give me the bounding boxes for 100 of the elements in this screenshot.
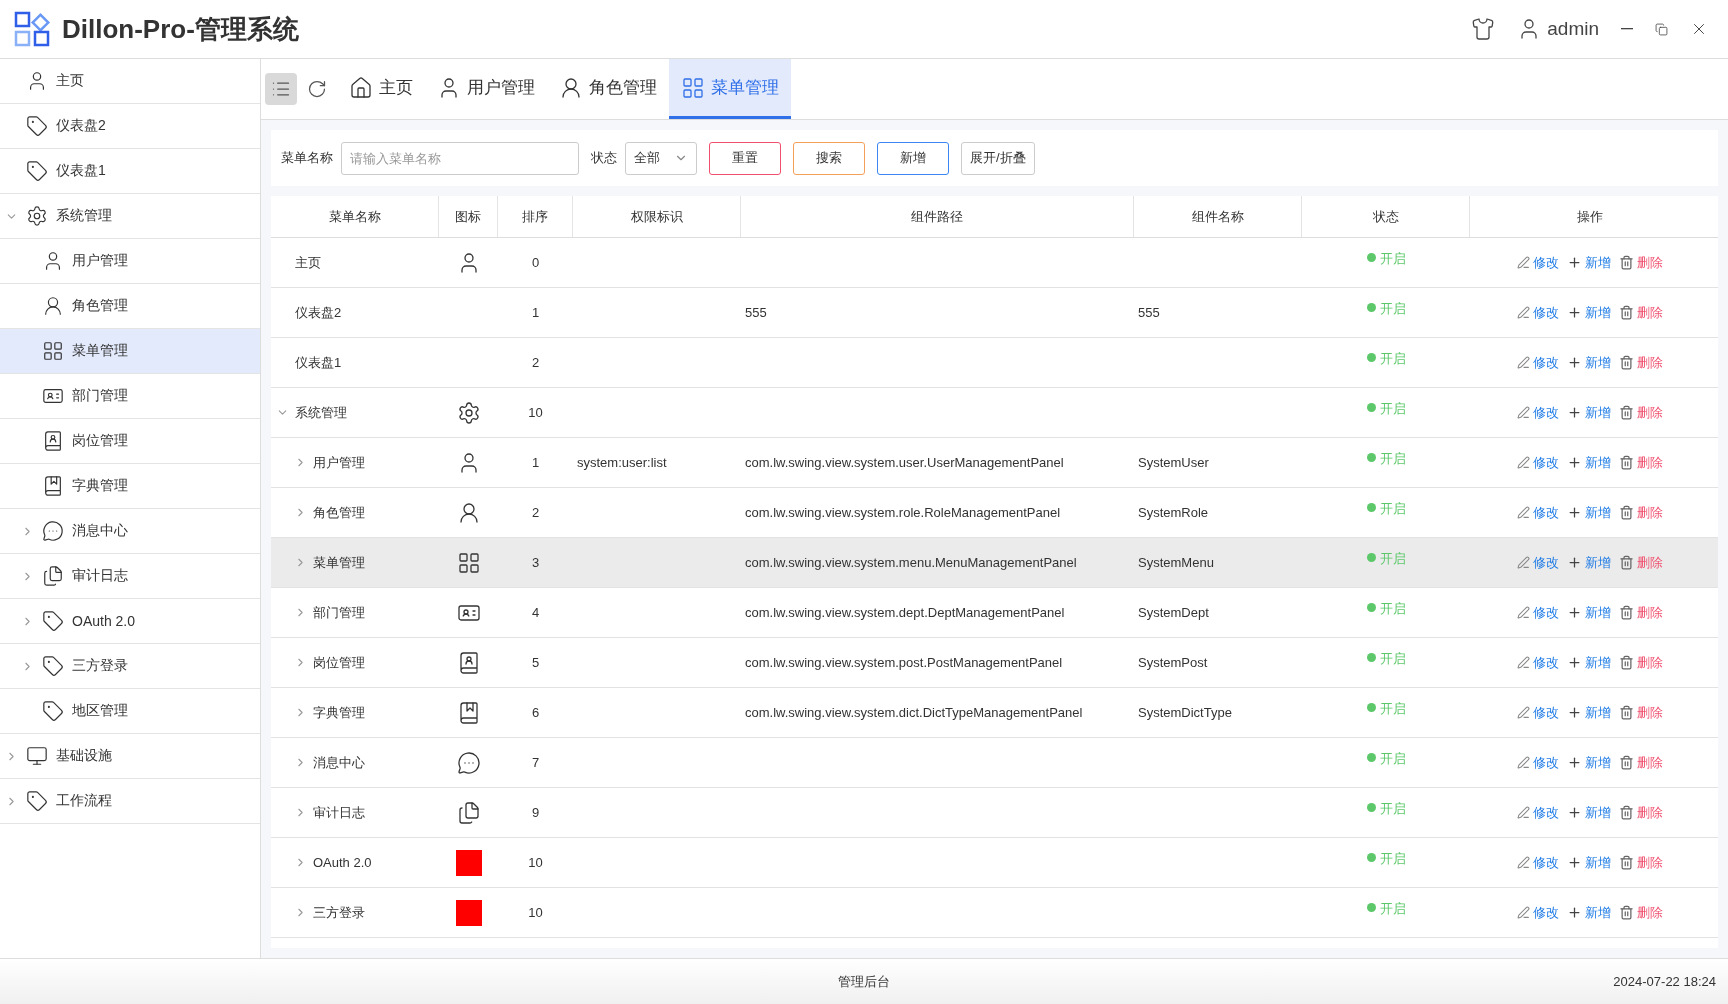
table-cell: com.lw.swing.view.system.post.PostManagementPanel (745, 655, 1063, 670)
edit-link[interactable]: 修改 (1517, 453, 1559, 472)
table-cell: 555 (1138, 305, 1160, 320)
edit-link[interactable]: 修改 (1517, 503, 1559, 522)
delete-link[interactable]: 删除 (1619, 853, 1663, 872)
edit-link[interactable]: 修改 (1517, 853, 1559, 872)
reset-button[interactable]: 重置 (709, 141, 781, 175)
table-cell: SystemPost (1138, 655, 1208, 670)
field-label: 菜单名称 (281, 149, 333, 167)
delete-link[interactable]: 删除 (1619, 503, 1663, 522)
delete-link[interactable]: 删除 (1619, 553, 1663, 572)
grid-icon (456, 550, 481, 575)
edit-link[interactable]: 修改 (1517, 903, 1559, 922)
delete-link[interactable]: 删除 (1619, 753, 1663, 772)
grid-icon (42, 340, 64, 362)
sidebar-item-label: 字典管理 (72, 477, 128, 495)
user-icon (42, 295, 64, 317)
tag-icon (42, 610, 64, 632)
sidebar-item-label: 菜单管理 (72, 342, 128, 360)
delete-link[interactable]: 删除 (1619, 653, 1663, 672)
add-link[interactable]: 新增 (1567, 303, 1611, 322)
edit-link[interactable]: 修改 (1517, 753, 1559, 772)
trash-icon (1619, 455, 1634, 470)
tab[interactable]: 菜单管理 (669, 59, 791, 119)
table-cell: com.lw.swing.view.system.dept.DeptManagementPanel (745, 605, 1065, 620)
delete-link[interactable]: 删除 (1619, 803, 1663, 822)
edit-link[interactable]: 修改 (1517, 303, 1559, 322)
plain-button[interactable]: 展开/折叠 (961, 141, 1035, 175)
plus-icon (1567, 255, 1582, 270)
edit-link[interactable]: 修改 (1517, 553, 1559, 572)
add-link[interactable]: 新增 (1567, 253, 1611, 272)
add-link[interactable]: 新增 (1567, 753, 1611, 772)
sidebar-item-label: 岗位管理 (72, 432, 128, 450)
tag-icon (42, 655, 64, 677)
status-text: 开启 (1379, 350, 1406, 368)
plus-icon (1567, 705, 1582, 720)
add-button[interactable]: 新增 (877, 141, 949, 175)
add-link[interactable]: 新增 (1567, 653, 1611, 672)
pencil-icon (1517, 406, 1530, 419)
add-link[interactable]: 新增 (1567, 603, 1611, 622)
user-menu[interactable]: admin (1511, 13, 1605, 45)
edit-link[interactable]: 修改 (1517, 403, 1559, 422)
user-icon (559, 75, 583, 100)
sidebar-item-label: 工作流程 (56, 792, 112, 810)
delete-link[interactable]: 删除 (1619, 303, 1663, 322)
table-cell: SystemDept (1138, 605, 1209, 620)
table-cell: 4 (531, 605, 540, 620)
tag-icon (42, 700, 64, 722)
add-link[interactable]: 新增 (1567, 553, 1611, 572)
menu-name-field[interactable]: 请输入菜单名称 (341, 141, 579, 175)
delete-link[interactable]: 删除 (1619, 703, 1663, 722)
tab[interactable]: 主页 (337, 59, 425, 119)
delete-link[interactable]: 删除 (1619, 253, 1663, 272)
trash-icon (1619, 255, 1634, 270)
delete-link[interactable]: 删除 (1619, 353, 1663, 372)
table-cell: com.lw.swing.view.system.user.UserManagementPanel (745, 455, 1064, 470)
document-icon (42, 565, 64, 587)
edit-link[interactable]: 修改 (1517, 653, 1559, 672)
edit-link[interactable]: 修改 (1517, 253, 1559, 272)
add-link[interactable]: 新增 (1567, 503, 1611, 522)
table-cell: 主页 (295, 253, 321, 272)
tab[interactable]: 角色管理 (547, 59, 669, 119)
status-text: 开启 (1379, 650, 1406, 668)
status-select[interactable]: 全部 (625, 141, 697, 175)
tab[interactable]: 用户管理 (425, 59, 547, 119)
column-header: 组件路径 (741, 196, 1134, 237)
status-text: 开启 (1379, 800, 1406, 818)
delete-link[interactable]: 删除 (1619, 453, 1663, 472)
column-header: 图标 (439, 196, 498, 237)
table-cell: OAuth 2.0 (313, 855, 372, 870)
search-button[interactable]: 搜索 (793, 141, 865, 175)
add-link[interactable]: 新增 (1567, 803, 1611, 822)
add-link[interactable]: 新增 (1567, 703, 1611, 722)
refresh-icon (307, 79, 327, 99)
plus-icon (1567, 855, 1582, 870)
delete-link[interactable]: 删除 (1619, 603, 1663, 622)
delete-link[interactable]: 删除 (1619, 903, 1663, 922)
sidebar-item-label: 基础设施 (56, 747, 112, 765)
sidebar-item[interactable]: 菜单管理 (0, 329, 260, 374)
add-link[interactable]: 新增 (1567, 903, 1611, 922)
menu-button[interactable] (265, 73, 297, 105)
trash-icon (1619, 655, 1634, 670)
minimize-icon (1621, 28, 1633, 30)
monitor-icon (26, 745, 48, 767)
status-text: 开启 (1379, 600, 1406, 618)
add-link[interactable]: 新增 (1567, 403, 1611, 422)
edit-link[interactable]: 修改 (1517, 603, 1559, 622)
table-cell: 角色管理 (313, 503, 365, 522)
edit-link[interactable]: 修改 (1517, 803, 1559, 822)
status-text: 开启 (1379, 750, 1406, 768)
table-row[interactable]: 菜单管理 3 com.lw.swing.view.system.menu.MenuManagementPanel SystemMenu 开启 修改 新增 删除 (271, 538, 1718, 588)
sidebar-item-label: 仪表盘1 (56, 162, 106, 180)
square-icon (455, 899, 482, 926)
add-link[interactable]: 新增 (1567, 853, 1611, 872)
column-header: 排序 (498, 196, 573, 237)
delete-link[interactable]: 删除 (1619, 403, 1663, 422)
edit-link[interactable]: 修改 (1517, 353, 1559, 372)
edit-link[interactable]: 修改 (1517, 703, 1559, 722)
add-link[interactable]: 新增 (1567, 353, 1611, 372)
add-link[interactable]: 新增 (1567, 453, 1611, 472)
